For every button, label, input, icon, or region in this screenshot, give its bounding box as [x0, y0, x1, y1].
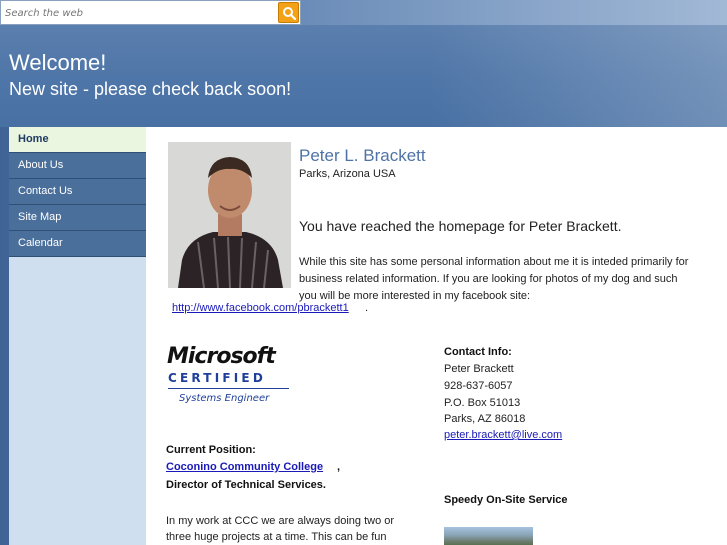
logo-brand: Microsoft	[167, 344, 276, 369]
contact-email-link[interactable]: peter.brackett@live.com	[444, 429, 562, 441]
current-position-heading: Current Position:	[166, 444, 256, 456]
contact-po-box: P.O. Box 51013	[444, 397, 521, 409]
profile-name: Peter L. Brackett	[299, 146, 426, 165]
sidebar-item-site-map[interactable]: Site Map	[9, 205, 146, 231]
sidebar: Home About Us Contact Us Site Map Calend…	[9, 127, 146, 545]
service-photo	[444, 527, 533, 545]
employer-suffix: ,	[337, 461, 341, 473]
facebook-link[interactable]: http://www.facebook.com/pbrackett1	[172, 302, 349, 314]
work-description: In my work at CCC we are always doing tw…	[166, 515, 395, 543]
microsoft-certified-logo: Microsoft CERTIFIED Systems Engineer	[167, 344, 293, 410]
facebook-link-suffix: .	[365, 302, 369, 314]
contact-phone: 928-637-6057	[444, 380, 513, 392]
page-subtitle: New site - please check back soon!	[9, 79, 292, 99]
profile-location: Parks, Arizona USA	[299, 168, 396, 180]
job-role: Director of Technical Services.	[166, 479, 326, 491]
page-title: Welcome!	[9, 50, 107, 75]
greeting-text: You have reached the homepage for Peter …	[299, 218, 622, 234]
search-input[interactable]	[5, 4, 275, 22]
contact-city: Parks, AZ 86018	[444, 413, 526, 425]
search-icon	[282, 6, 296, 20]
logo-track: Systems Engineer	[179, 393, 270, 404]
contact-name: Peter Brackett	[444, 363, 514, 375]
profile-photo	[168, 142, 291, 288]
header-banner: Welcome! New site - please check back so…	[0, 25, 727, 127]
sidebar-item-calendar[interactable]: Calendar	[9, 231, 146, 257]
sidebar-item-about-us[interactable]: About Us	[9, 153, 146, 179]
intro-paragraph: While this site has some personal inform…	[299, 256, 689, 302]
logo-divider	[168, 388, 289, 389]
contact-heading: Contact Info:	[444, 346, 512, 358]
sidebar-item-home[interactable]: Home	[9, 127, 146, 153]
logo-certified: CERTIFIED	[168, 371, 266, 385]
employer-link[interactable]: Coconino Community College	[166, 461, 323, 473]
search-bar	[0, 0, 301, 25]
sidebar-item-contact-us[interactable]: Contact Us	[9, 179, 146, 205]
main-content: Peter L. Brackett Parks, Arizona USA You…	[146, 127, 727, 545]
service-heading: Speedy On-Site Service	[444, 494, 568, 506]
search-button[interactable]	[278, 2, 299, 23]
